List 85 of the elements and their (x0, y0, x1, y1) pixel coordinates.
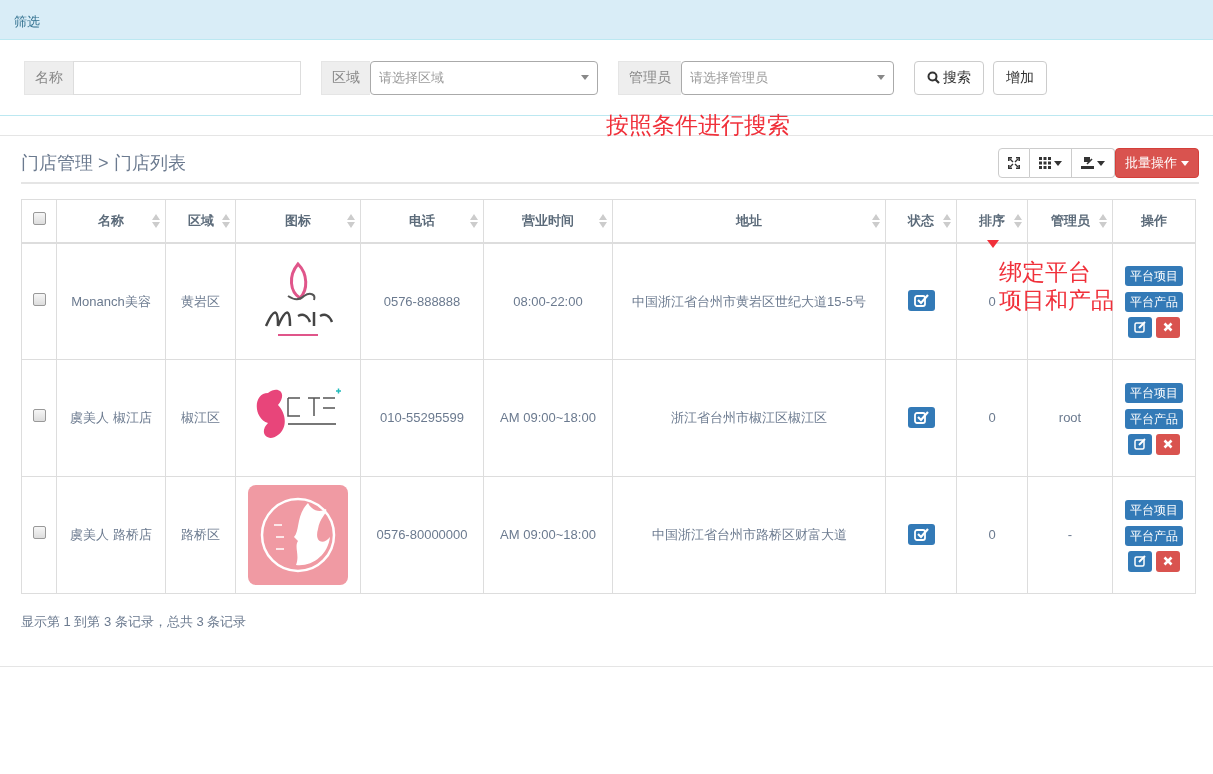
region-text: 路桥区 (181, 527, 220, 543)
export-button[interactable] (1072, 148, 1115, 178)
select-placeholder: 请选择区域 (379, 68, 444, 87)
platform-products-button[interactable]: 平台产品 (1125, 525, 1183, 546)
grid-icon (1039, 157, 1051, 169)
phone-number: 010-55295599 (380, 410, 464, 426)
annotation-marker-icon (987, 240, 999, 248)
column-header: 地址 (736, 213, 762, 228)
add-button[interactable]: 增加 (993, 60, 1047, 95)
row-checkbox[interactable] (32, 409, 46, 423)
select-placeholder: 请选择管理员 (690, 68, 768, 87)
checkbox-checked-icon (913, 294, 929, 307)
fullscreen-icon (1008, 157, 1020, 169)
delete-button[interactable] (1156, 550, 1180, 572)
region-text: 椒江区 (181, 410, 220, 426)
annotation-text: 绑定平台 项目和产品 (999, 259, 1114, 315)
column-header: 图标 (285, 213, 311, 228)
region-text: 黄岩区 (181, 293, 220, 309)
status-toggle[interactable] (907, 290, 935, 311)
export-icon (1081, 157, 1094, 169)
row-checkbox[interactable] (32, 526, 46, 540)
breadcrumb: 门店管理 > 门店列表 (21, 152, 186, 175)
edit-icon (1134, 555, 1146, 567)
select-all-checkbox[interactable] (32, 212, 46, 225)
platform-items-button[interactable]: 平台项目 (1125, 265, 1183, 286)
pagination-info: 显示第 1 到第 3 条记录，总共 3 条记录 (21, 613, 248, 631)
sort-order: 0 (988, 410, 996, 426)
dropdown-arrow-icon (877, 75, 885, 80)
close-icon (1163, 439, 1173, 449)
store-name: 虞美人 路桥店 (70, 527, 152, 543)
sort-order: 0 (988, 293, 996, 309)
delete-button[interactable] (1156, 316, 1180, 338)
column-header: 状态 (908, 213, 934, 228)
column-header: 区域 (187, 213, 214, 228)
platform-items-button[interactable]: 平台项目 (1125, 499, 1183, 520)
edit-button[interactable] (1128, 433, 1152, 455)
admin-name: - (1067, 527, 1073, 543)
checkbox-checked-icon (913, 410, 929, 424)
batch-actions-button[interactable]: 批量操作 (1115, 148, 1199, 178)
column-header: 名称 (98, 213, 124, 228)
delete-button[interactable] (1156, 433, 1180, 455)
field-label: 区域 (321, 60, 370, 95)
sort-order: 0 (988, 527, 996, 543)
status-toggle[interactable] (907, 523, 935, 545)
dropdown-arrow-icon (581, 75, 589, 80)
search-icon (927, 71, 940, 84)
edit-button[interactable] (1128, 316, 1152, 338)
select-field[interactable]: 请选择管理员 (681, 60, 894, 95)
column-header: 营业时间 (522, 213, 574, 228)
phone-number: 0576-888888 (383, 293, 461, 309)
annotation-text: 按照条件进行搜索 (606, 112, 790, 140)
caret-icon (1181, 160, 1189, 166)
row-checkbox[interactable] (32, 292, 46, 306)
status-toggle[interactable] (907, 406, 935, 428)
store-name: 虞美人 椒江店 (70, 410, 152, 426)
column-header: 操作 (1141, 213, 1167, 228)
checkbox-checked-icon (913, 527, 929, 541)
platform-items-button[interactable]: 平台项目 (1125, 382, 1183, 403)
address-text: 中国浙江省台州市路桥区财富大道 (651, 527, 847, 543)
store-name: Monanch美容 (71, 293, 151, 309)
admin-name: root (1058, 410, 1082, 426)
close-icon (1163, 322, 1173, 333)
select-field[interactable]: 请选择区域 (370, 60, 598, 95)
panel-heading: 筛选 (0, 0, 1213, 40)
edit-button[interactable] (1128, 550, 1152, 572)
phone-number: 0576-80000000 (376, 527, 468, 543)
field-label: 名称 (24, 60, 73, 95)
fullscreen-button[interactable] (998, 148, 1030, 178)
address-text: 浙江省台州市椒江区椒江区 (671, 410, 827, 426)
edit-icon (1134, 438, 1146, 450)
text-field[interactable] (73, 60, 301, 95)
grid-button[interactable] (1030, 148, 1072, 178)
field-label: 管理员 (618, 60, 681, 95)
search-button[interactable]: 搜索 (914, 60, 984, 95)
close-icon (1163, 556, 1173, 566)
platform-products-button[interactable]: 平台产品 (1125, 291, 1183, 312)
business-hours: AM 09:00~18:00 (500, 410, 596, 426)
address-text: 中国浙江省台州市黄岩区世纪大道15-5号 (632, 293, 866, 309)
column-header: 电话 (409, 213, 435, 228)
column-header: 管理员 (1050, 213, 1090, 228)
platform-products-button[interactable]: 平台产品 (1125, 408, 1183, 429)
business-hours: AM 09:00~18:00 (500, 527, 596, 543)
column-header: 排序 (979, 213, 1005, 228)
edit-icon (1134, 321, 1146, 334)
business-hours: 08:00-22:00 (513, 293, 583, 309)
